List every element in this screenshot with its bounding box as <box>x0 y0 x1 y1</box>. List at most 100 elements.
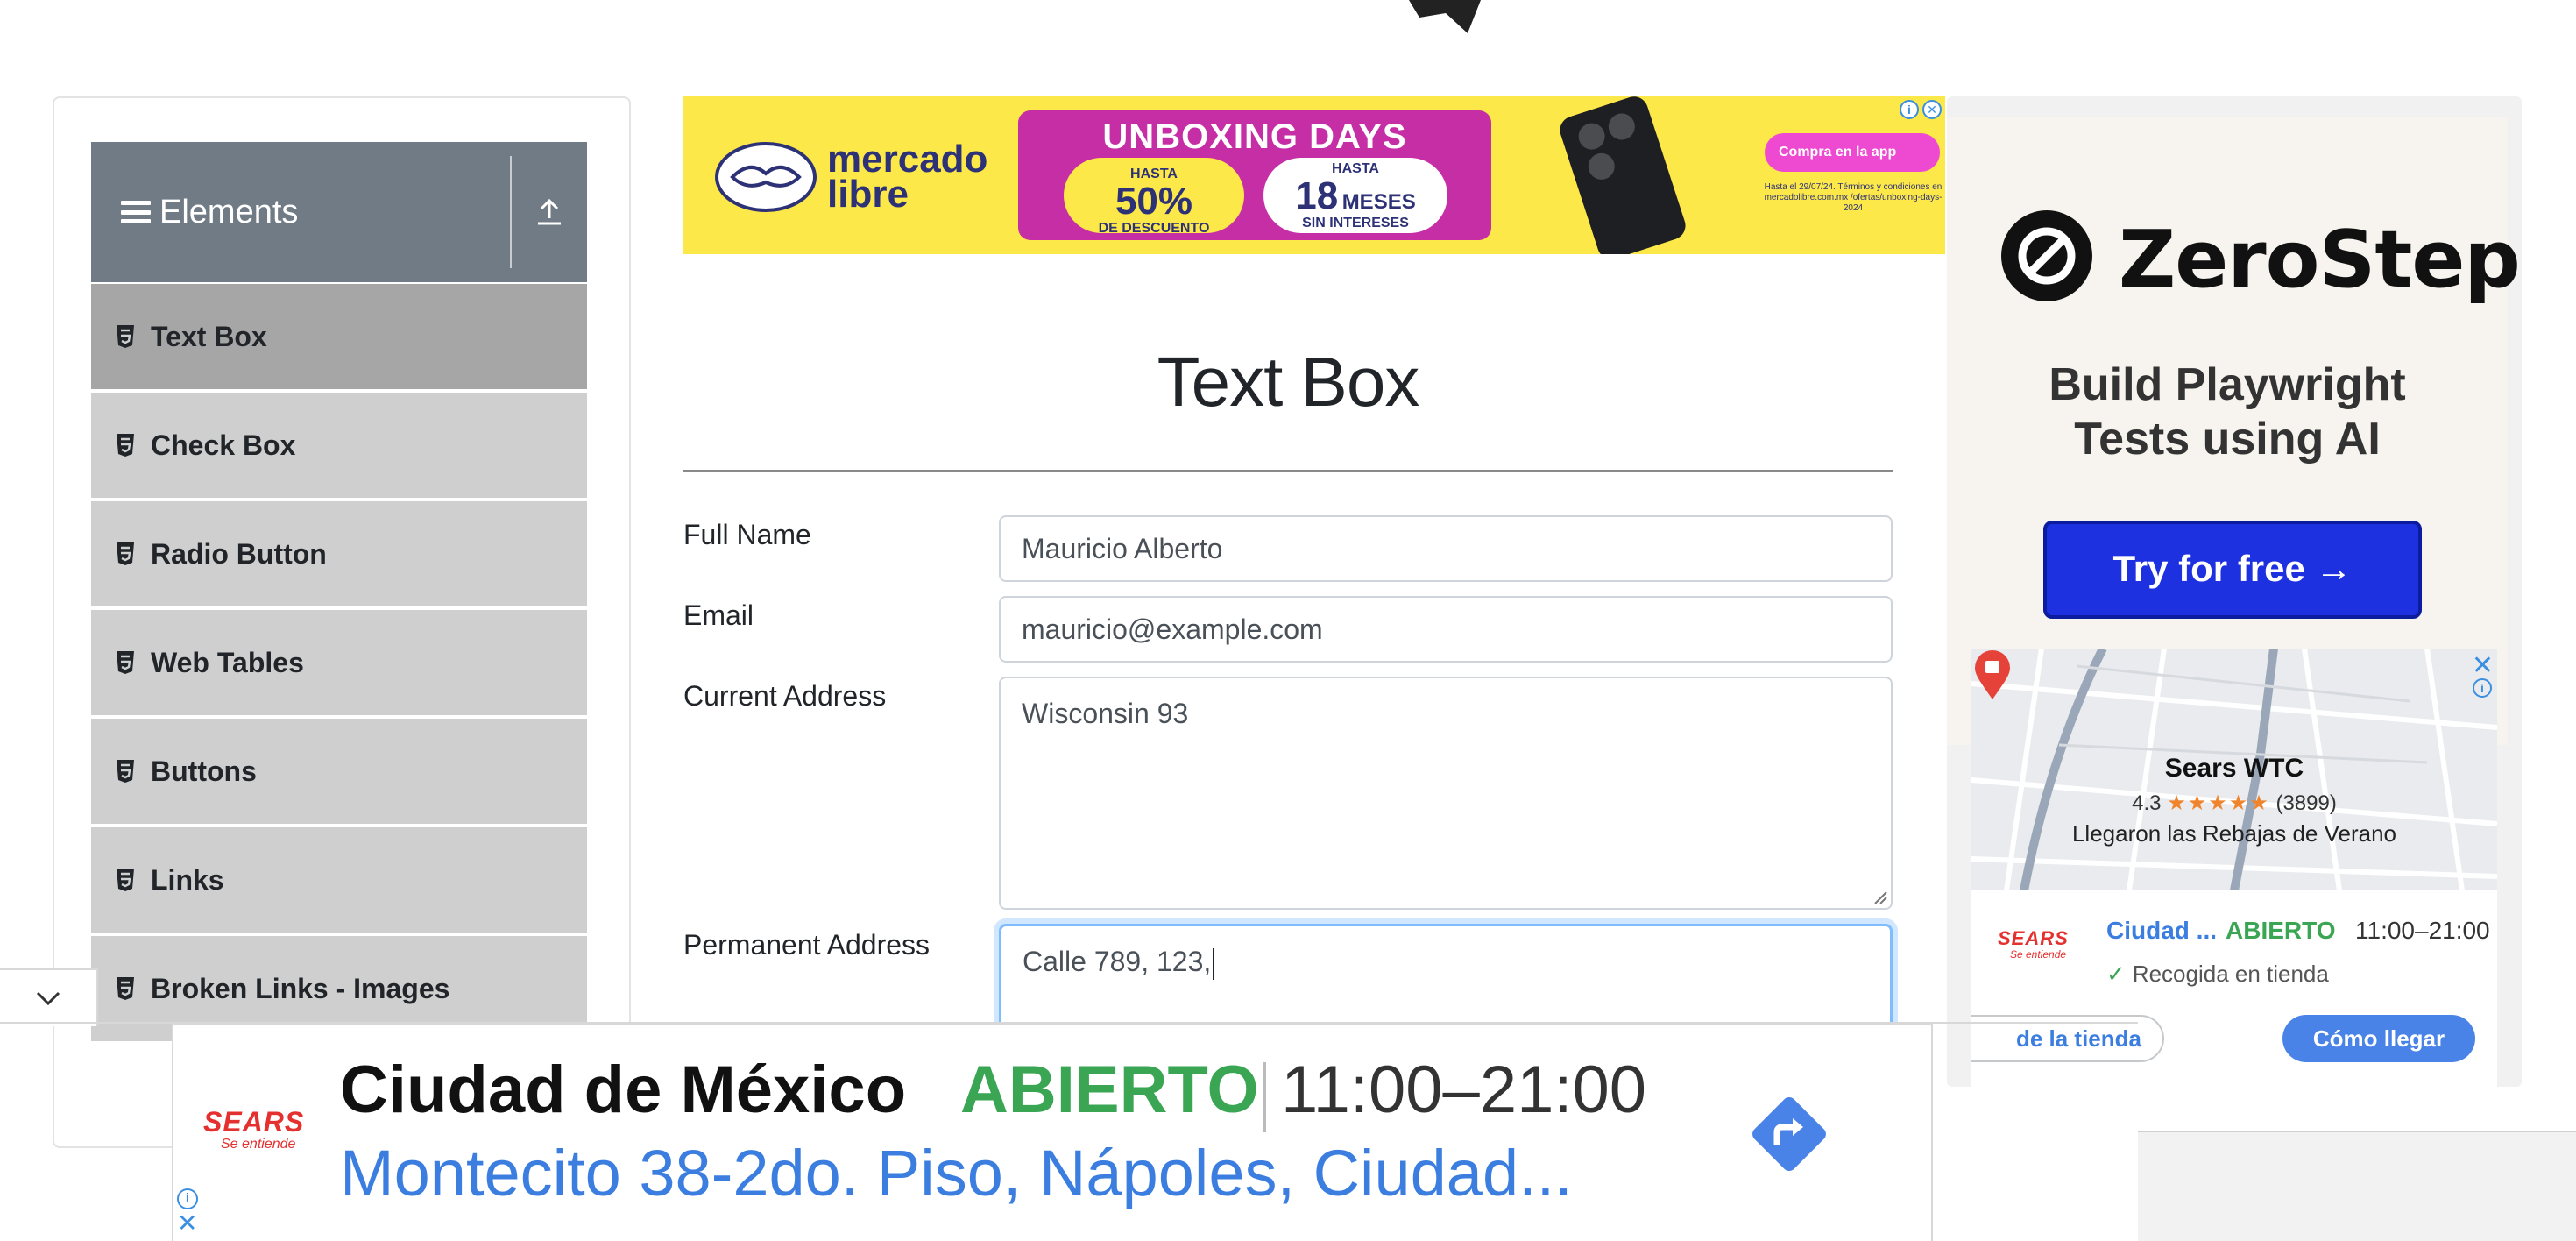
html5-icon <box>117 869 134 891</box>
permanent-address-value: Calle 789, 123, <box>1023 946 1212 977</box>
sears-logo-slogan: Se entiende <box>221 1137 296 1152</box>
phone-image <box>1556 96 1689 254</box>
ad-cta-button[interactable]: Compra en la app <box>1765 133 1940 172</box>
months-word: MESES <box>1341 190 1416 214</box>
permanent-address-label: Permanent Address <box>683 929 931 961</box>
html5-icon <box>117 325 134 348</box>
current-address-label: Current Address <box>683 680 887 712</box>
months-big: 18 <box>1295 174 1339 217</box>
ad-promo-panel: UNBOXING DAYS HASTA 50% DE DESCUENTO HAS… <box>1018 110 1491 240</box>
store-hours: 11:00–21:00 <box>2355 917 2490 944</box>
sidebar-item-label: Links <box>151 863 224 896</box>
sears-bottom-ad[interactable]: SEARS Se entiende Ciudad de México ABIER… <box>172 1024 1933 1241</box>
sears-map-ad[interactable]: Sears WTC 4.3 ★★★★★ (3899) Llegaron las … <box>1971 649 2497 1087</box>
map-image[interactable]: Sears WTC 4.3 ★★★★★ (3899) Llegaron las … <box>1971 649 2497 890</box>
close-icon[interactable]: ✕ <box>1922 100 1942 119</box>
sidebar-item-text-box[interactable]: Text Box <box>91 284 587 393</box>
zerostep-brand: ZeroStep <box>2119 214 2521 306</box>
months-badge: HASTA 18 MESES SIN INTERESES <box>1263 158 1447 233</box>
html5-icon <box>117 977 134 1000</box>
menu-icon <box>121 201 151 223</box>
discount-caption: DE DESCUENTO <box>1098 221 1210 236</box>
collapse-group-button[interactable] <box>512 142 587 282</box>
mercadolibre-ad-banner[interactable]: mercado libre UNBOXING DAYS HASTA 50% DE… <box>683 96 1945 254</box>
place-rating: 4.3 ★★★★★ (3899) <box>1971 791 2497 816</box>
site-logo[interactable] <box>1008 0 1498 35</box>
bottom-ad-status: ABIERTO <box>960 1053 1259 1127</box>
zerostep-tagline: Build Playwright Tests using AI <box>2049 359 2406 464</box>
bottom-ad-divider <box>1263 1062 1266 1132</box>
review-count: (3899) <box>2275 791 2337 815</box>
html5-icon <box>117 651 134 674</box>
permanent-address-textarea[interactable]: Calle 789, 123, <box>999 924 1893 1038</box>
sidebar-item-label: Radio Button <box>151 537 327 570</box>
handshake-logo-icon <box>715 142 817 212</box>
upload-icon <box>538 198 561 225</box>
info-icon[interactable]: i <box>2473 678 2492 698</box>
store-pickup: ✓ Recogida en tienda <box>2106 961 2329 988</box>
pickup-label: Recogida en tienda <box>2132 961 2329 987</box>
zerostep-logo-icon <box>2001 210 2092 301</box>
resize-grip-icon[interactable] <box>1872 889 1887 904</box>
chevron-down-icon <box>36 991 60 1006</box>
sidebar-item-buttons[interactable]: Buttons <box>91 719 587 827</box>
directions-icon[interactable] <box>1745 1090 1833 1178</box>
text-caret <box>1213 947 1215 980</box>
store-status: ABIERTO <box>2226 917 2336 944</box>
store-row[interactable]: SEARS Se entiende Ciudad ... ABIERTO 11:… <box>1971 890 2497 1004</box>
sears-logo-word: SEARS <box>203 1106 305 1138</box>
map-pin-icon <box>1975 650 2010 699</box>
place-name: Sears WTC <box>2164 754 2304 783</box>
html5-icon <box>117 542 134 565</box>
group-title: Elements <box>159 193 299 230</box>
months-small: HASTA <box>1332 161 1379 176</box>
full-name-label: Full Name <box>683 519 811 550</box>
try-for-free-button[interactable]: Try for free → <box>2043 521 2422 619</box>
rating-value: 4.3 <box>2132 791 2162 815</box>
rating-stars-icon: ★★★★★ <box>2167 791 2270 815</box>
sidebar-item-check-box[interactable]: Check Box <box>91 393 587 501</box>
ad-brand: mercado libre <box>827 138 988 216</box>
html5-icon <box>117 760 134 783</box>
current-address-value: Wisconsin 93 <box>1022 698 1189 729</box>
bottom-ad-address: Montecito 38-2do. Piso, Nápoles, Ciudad.… <box>340 1137 1573 1209</box>
months-caption: SIN INTERESES <box>1302 216 1409 230</box>
background-panel <box>2138 1131 2576 1241</box>
directions-button[interactable]: Cómo llegar <box>2282 1015 2475 1062</box>
promo-title: UNBOXING DAYS <box>1102 117 1407 156</box>
current-address-textarea[interactable]: Wisconsin 93 <box>999 677 1893 910</box>
sears-logo-word: SEARS <box>1998 927 2069 949</box>
discount-badge: HASTA 50% DE DESCUENTO <box>1064 158 1244 236</box>
sidebar-item-web-tables[interactable]: Web Tables <box>91 610 587 719</box>
info-icon[interactable]: i <box>177 1188 198 1209</box>
ad-choices[interactable]: i ✕ <box>1900 100 1942 119</box>
discount-big: 50% <box>1115 180 1193 223</box>
close-icon[interactable]: ✕ <box>177 1211 197 1236</box>
toolsqa-logo-icon <box>1409 0 1481 33</box>
check-icon: ✓ <box>2106 961 2126 987</box>
full-name-input[interactable]: Mauricio Alberto <box>999 515 1893 582</box>
page-title: Text Box <box>1157 343 1420 421</box>
info-icon[interactable]: i <box>1900 100 1919 119</box>
sidebar-item-label: Web Tables <box>151 646 304 678</box>
sears-logo: SEARS Se entiende <box>1998 927 2073 971</box>
email-label: Email <box>683 599 754 631</box>
sears-logo: SEARS Se entiende <box>203 1106 308 1167</box>
bottom-ad-hours: 11:00–21:00 <box>1281 1053 1646 1127</box>
bottom-ad-city: Ciudad de México <box>340 1053 907 1127</box>
place-promo: Llegaron las Rebajas de Verano <box>2071 820 2397 847</box>
email-input[interactable]: mauricio@example.com <box>999 596 1893 663</box>
sidebar-item-radio-button[interactable]: Radio Button <box>91 501 587 610</box>
close-icon[interactable]: ✕ <box>2472 650 2494 681</box>
sidebar-item-label: Broken Links - Images <box>151 972 450 1004</box>
sidebar-item-label: Buttons <box>151 755 257 787</box>
sidebar-item-label: Text Box <box>151 320 267 352</box>
sears-logo-slogan: Se entiende <box>2010 948 2067 961</box>
store-city: Ciudad ... <box>2106 917 2217 944</box>
elements-menu: Text Box Check Box Radio Button Web Tables B… <box>91 284 587 1045</box>
elements-group-header[interactable]: Elements <box>91 142 587 282</box>
sidebar-item-label: Check Box <box>151 429 296 461</box>
sidebar-item-links[interactable]: Links <box>91 827 587 936</box>
html5-icon <box>117 434 134 457</box>
collapse-tab[interactable] <box>0 968 98 1026</box>
